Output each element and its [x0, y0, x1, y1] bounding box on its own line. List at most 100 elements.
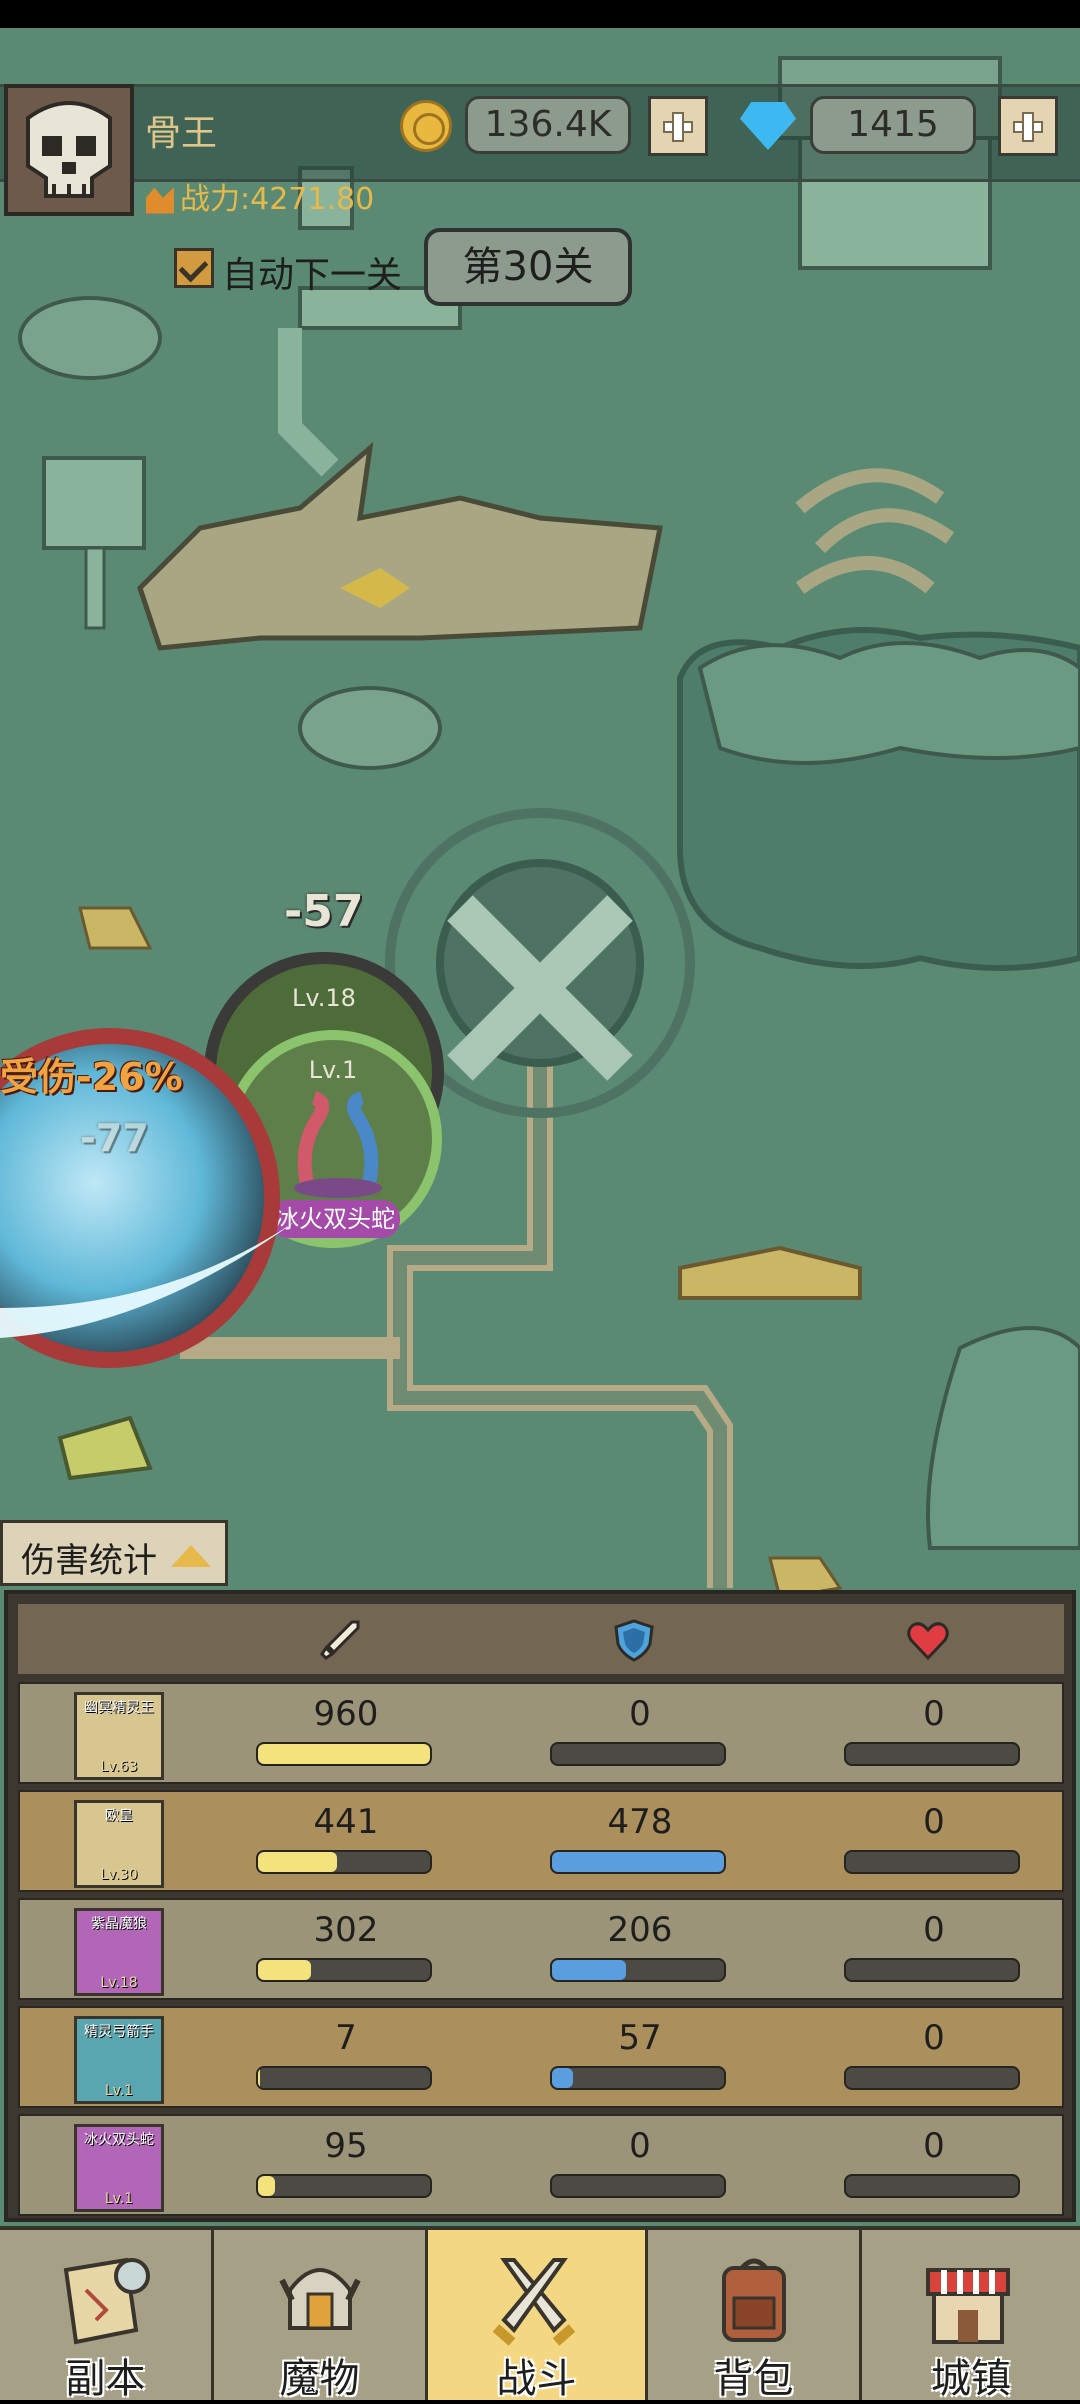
healing-cell: 0: [844, 2126, 1024, 2198]
unit-portrait-level: Lv.1: [104, 2083, 134, 2099]
healing-cell: 0: [844, 1910, 1024, 1982]
bottom-nav: 副本 魔物 战斗 背包 城镇: [0, 2226, 1080, 2402]
unit-portrait[interactable]: 紫晶魔狼 Lv.18: [74, 1908, 164, 1996]
ally-unit-level: Lv.18: [292, 984, 356, 1012]
power-icon: [146, 187, 174, 214]
skull-icon: [26, 101, 112, 198]
helmet-icon: [279, 2268, 361, 2330]
auto-next-checkbox[interactable]: [174, 248, 214, 288]
healing-bar: [844, 1742, 1020, 1766]
unit-portrait-name: 冰火双头蛇: [84, 2132, 154, 2148]
nav-town[interactable]: 城镇: [862, 2230, 1080, 2402]
damage-blocked-bar: [550, 1742, 726, 1766]
player-avatar[interactable]: [4, 84, 134, 216]
damage-dealt-value: 960: [313, 1694, 379, 1734]
sword-icon: [320, 1620, 360, 1660]
damage-dealt-bar-fill: [258, 1744, 430, 1764]
healing-value: 0: [923, 1802, 945, 1842]
combat-power: 战力:4271.80: [146, 174, 374, 218]
damage-dealt-cell: 95: [256, 2126, 436, 2198]
healing-value: 0: [923, 1694, 945, 1734]
nav-dungeon-label: 副本: [65, 2356, 146, 2402]
status-bar: [0, 0, 1080, 28]
coin-icon: [400, 100, 452, 152]
damage-dealt-value: 7: [335, 2018, 357, 2058]
nav-backpack[interactable]: 背包: [648, 2230, 862, 2402]
unit-portrait-name: 紫晶魔狼: [91, 1916, 147, 1932]
unit-portrait-level: Lv.30: [100, 1867, 138, 1883]
damage-stats-row: 幽冥精灵王 Lv.63 960 0 0: [18, 1682, 1064, 1784]
nav-backpack-label: 背包: [713, 2356, 794, 2402]
damage-blocked-value: 57: [618, 2018, 662, 2058]
unit-portrait[interactable]: 欧皇 Lv.30: [74, 1800, 164, 1888]
healing-cell: 0: [844, 1802, 1024, 1874]
damage-dealt-cell: 441: [256, 1802, 436, 1874]
damage-blocked-value: 478: [607, 1802, 673, 1842]
damage-stats-row: 紫晶魔狼 Lv.18 302 206 0: [18, 1898, 1064, 2000]
healing-value: 0: [923, 1910, 945, 1950]
damage-dealt-cell: 302: [256, 1910, 436, 1982]
damage-blocked-cell: 0: [550, 2126, 730, 2198]
damage-dealt-bar: [256, 1958, 432, 1982]
map-scroll-icon: [63, 2257, 150, 2345]
unit-portrait[interactable]: 幽冥精灵王 Lv.63: [74, 1692, 164, 1780]
damage-dealt-value: 302: [313, 1910, 379, 1950]
damage-dealt-bar-fill: [258, 2068, 260, 2088]
shop-icon: [926, 2268, 1010, 2344]
nav-dungeon[interactable]: 副本: [0, 2230, 214, 2402]
unit-portrait[interactable]: 冰火双头蛇 Lv.1: [74, 2124, 164, 2212]
unit-portrait-level: Lv.1: [104, 2191, 134, 2207]
damage-blocked-bar: [550, 2066, 726, 2090]
combat-power-value: 战力:4271.80: [180, 182, 375, 217]
damage-stats-row: 精灵弓箭手 Lv.1 7 57 0: [18, 2006, 1064, 2108]
shield-icon: [614, 1619, 654, 1662]
damage-dealt-bar: [256, 1742, 432, 1766]
damage-dealt-bar-fill: [258, 1960, 312, 1980]
healing-bar: [844, 1958, 1020, 1982]
damage-blocked-cell: 57: [550, 2018, 730, 2090]
add-gems-button[interactable]: [998, 96, 1058, 156]
unit-portrait-name: 欧皇: [105, 1808, 133, 1824]
damage-stats-row: 冰火双头蛇 Lv.1 95 0 0: [18, 2114, 1064, 2216]
add-coins-button[interactable]: [648, 96, 708, 156]
healing-cell: 0: [844, 1694, 1024, 1766]
damage-blocked-bar: [550, 1958, 726, 1982]
unit-portrait-level: Lv.63: [100, 1759, 138, 1775]
damage-float: -77: [80, 1116, 149, 1160]
unit-portrait-name: 精灵弓箭手: [84, 2024, 154, 2040]
hydra-unit-level: Lv.1: [308, 1056, 358, 1084]
damage-float: -57: [284, 886, 364, 937]
nav-monsters[interactable]: 魔物: [214, 2230, 428, 2402]
damage-blocked-cell: 0: [550, 1694, 730, 1766]
damage-blocked-cell: 478: [550, 1802, 730, 1874]
damage-blocked-bar: [550, 2174, 726, 2198]
healing-cell: 0: [844, 2018, 1024, 2090]
damage-blocked-bar-fill: [552, 2068, 573, 2088]
unit-portrait[interactable]: 精灵弓箭手 Lv.1: [74, 2016, 164, 2104]
damage-stats-header: [18, 1604, 1064, 1674]
backpack-icon: [722, 2258, 786, 2342]
nav-battle-label: 战斗: [496, 2356, 577, 2402]
damage-blocked-value: 0: [629, 2126, 651, 2166]
damage-dealt-bar: [256, 1850, 432, 1874]
damage-dealt-bar-fill: [258, 1852, 338, 1872]
nav-town-label: 城镇: [931, 2356, 1011, 2402]
auto-next-label: 自动下一关: [222, 255, 403, 296]
healing-value: 0: [923, 2126, 945, 2166]
player-name: 骨王: [145, 113, 218, 154]
healing-bar: [844, 2066, 1020, 2090]
damage-stats-label: 伤害统计: [21, 1541, 157, 1581]
damage-dealt-cell: 7: [256, 2018, 436, 2090]
damage-dealt-bar: [256, 2066, 432, 2090]
damage-blocked-bar: [550, 1850, 726, 1874]
unit-portrait-level: Lv.18: [100, 1975, 138, 1991]
damage-stats-toggle[interactable]: 伤害统计: [0, 1520, 228, 1586]
healing-bar: [844, 1850, 1020, 1874]
enemy-status-debuff: 受伤-26%: [0, 1055, 183, 1099]
damage-dealt-bar: [256, 2174, 432, 2198]
damage-dealt-bar-fill: [258, 2176, 276, 2196]
coin-balance: 136.4K: [465, 96, 631, 154]
healing-bar: [844, 2174, 1020, 2198]
stage-level-button[interactable]: 第30关: [424, 228, 632, 306]
nav-battle[interactable]: 战斗: [428, 2230, 648, 2402]
